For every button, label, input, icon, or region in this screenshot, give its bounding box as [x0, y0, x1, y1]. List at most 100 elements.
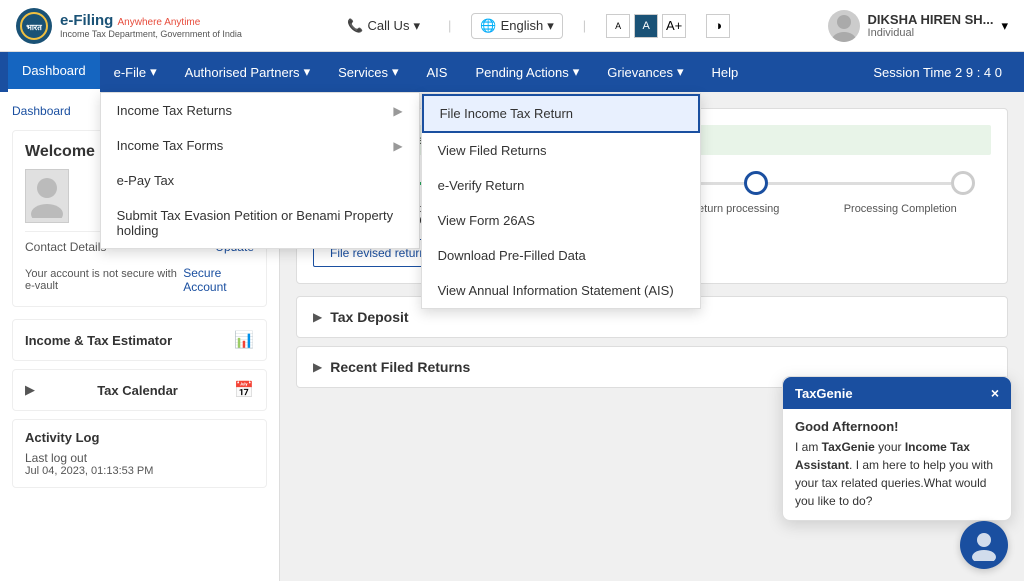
nav-efile-label: e-File: [114, 65, 147, 80]
chatbot-intro: I am: [795, 440, 822, 454]
call-us-button[interactable]: 📞 Call Us ▾: [339, 14, 428, 38]
nav-authorised-label: Authorised Partners: [185, 65, 300, 80]
lang-chevron: ▾: [547, 18, 554, 34]
submenu-download-prefilled[interactable]: Download Pre-Filled Data: [422, 238, 700, 273]
timeline-node-completion: [951, 171, 975, 195]
nav-pending-label: Pending Actions: [475, 65, 568, 80]
chatbot-greeting: Good Afternoon!: [795, 419, 999, 434]
dropdown-income-tax-forms[interactable]: Income Tax Forms ▶: [101, 128, 419, 163]
user-name: DIKSHA HIREN SH...: [868, 12, 994, 27]
separator-2: |: [583, 18, 586, 33]
income-tax-estimator-title: Income & Tax Estimator: [25, 333, 172, 348]
file-itr-label: File Income Tax Return: [440, 106, 573, 121]
nav-bar: Dashboard e-File ▾ Income Tax Returns ▶ …: [0, 52, 1024, 92]
calendar-icon: 📅: [234, 380, 254, 400]
chatbot-title: TaxGenie: [795, 386, 853, 401]
chatbot-assistant-text: your: [875, 440, 905, 454]
svg-text:भारत: भारत: [26, 23, 42, 32]
avatar: [828, 10, 860, 42]
recent-filed-chevron: ▶: [313, 360, 322, 374]
session-value: 2 9 : 4 0: [955, 65, 1002, 80]
logo-area: भारत e-Filing Anywhere Anytime Income Ta…: [16, 8, 242, 44]
submenu-view-filed[interactable]: View Filed Returns: [422, 133, 700, 168]
separator-1: |: [448, 18, 451, 33]
chatbot-brand: TaxGenie: [822, 440, 875, 454]
submenu-everify[interactable]: e-Verify Return: [422, 168, 700, 203]
nav-pending-actions[interactable]: Pending Actions ▾: [461, 52, 593, 92]
chatbot-avatar-button[interactable]: [960, 521, 1008, 569]
user-chevron[interactable]: ▾: [1001, 18, 1008, 34]
tax-calendar-title: Tax Calendar: [97, 383, 178, 398]
timeline-track-3: [768, 182, 951, 185]
nav-dashboard-label: Dashboard: [22, 63, 86, 78]
timeline-node-processing: [744, 171, 768, 195]
nav-ais-label: AIS: [426, 65, 447, 80]
contrast-button[interactable]: ◑: [706, 14, 730, 38]
pending-chevron: ▾: [573, 64, 580, 80]
income-tax-returns-label: Income Tax Returns: [117, 103, 232, 118]
nav-efile[interactable]: e-File ▾ Income Tax Returns ▶ File Incom…: [100, 52, 171, 92]
logo-emblem: भारत: [16, 8, 52, 44]
profile-avatar: [25, 169, 69, 223]
dropdown-epay-tax[interactable]: e-Pay Tax: [101, 163, 419, 198]
font-medium-button[interactable]: A: [634, 14, 658, 38]
user-info: DIKSHA HIREN SH... Individual: [868, 12, 994, 39]
chatbot-close-button[interactable]: ×: [991, 385, 999, 401]
nav-grievances[interactable]: Grievances ▾: [593, 52, 697, 92]
nav-grievances-label: Grievances: [607, 65, 673, 80]
tax-calendar-section[interactable]: ▶ Tax Calendar 📅: [12, 369, 267, 411]
submenu-view-ais[interactable]: View Annual Information Statement (AIS): [422, 273, 700, 308]
user-role: Individual: [868, 27, 994, 39]
auth-chevron: ▾: [304, 64, 311, 80]
dropdown-submit-evasion[interactable]: Submit Tax Evasion Petition or Benami Pr…: [101, 198, 419, 248]
language-label: English: [501, 18, 544, 33]
dropdown-income-tax-returns[interactable]: Income Tax Returns ▶ File Income Tax Ret…: [101, 93, 419, 128]
chatbot-header: TaxGenie ×: [783, 377, 1011, 409]
nav-help-label: Help: [712, 65, 739, 80]
everify-label: e-Verify Return: [438, 178, 525, 193]
efiling-tagline: Anywhere Anytime: [118, 17, 201, 28]
font-small-button[interactable]: A: [606, 14, 630, 38]
income-tax-returns-submenu: File Income Tax Return View Filed Return…: [421, 93, 701, 309]
last-log-out-value: Jul 04, 2023, 01:13:53 PM: [25, 465, 254, 477]
call-us-label: Call Us: [368, 18, 410, 33]
nav-authorised-partners[interactable]: Authorised Partners ▾: [171, 52, 324, 92]
tax-deposit-chevron: ▶: [313, 310, 322, 324]
income-tax-estimator-section[interactable]: Income & Tax Estimator 📊: [12, 319, 267, 361]
font-large-button[interactable]: A+: [662, 14, 686, 38]
timeline-label-completion: Processing Completion: [818, 203, 984, 227]
download-prefilled-label: Download Pre-Filled Data: [438, 248, 586, 263]
logo-subtitle: Income Tax Department, Government of Ind…: [60, 29, 242, 39]
view-ais-label: View Annual Information Statement (AIS): [438, 283, 674, 298]
efile-chevron: ▾: [150, 64, 157, 80]
last-log-out-label: Last log out: [25, 451, 87, 465]
nav-services-label: Services: [338, 65, 388, 80]
submenu-view-26as[interactable]: View Form 26AS: [422, 203, 700, 238]
view-26as-label: View Form 26AS: [438, 213, 535, 228]
contact-details-label: Contact Details: [25, 240, 106, 254]
user-area: DIKSHA HIREN SH... Individual ▾: [828, 10, 1008, 42]
contrast-icon: ◑: [714, 18, 722, 33]
estimator-icon: 📊: [234, 330, 254, 350]
globe-icon: 🌐: [480, 18, 496, 34]
top-bar: भारत e-Filing Anywhere Anytime Income Ta…: [0, 0, 1024, 52]
nav-dashboard[interactable]: Dashboard: [8, 52, 100, 92]
language-button[interactable]: 🌐 English ▾: [471, 13, 562, 39]
submenu-file-itr[interactable]: File Income Tax Return: [422, 94, 700, 133]
income-tax-forms-label: Income Tax Forms: [117, 138, 224, 153]
nav-services[interactable]: Services ▾: [324, 52, 412, 92]
recent-filed-title: Recent Filed Returns: [330, 359, 470, 375]
view-filed-label: View Filed Returns: [438, 143, 547, 158]
session-time: Session Time 2 9 : 4 0: [859, 65, 1016, 80]
forms-arrow: ▶: [393, 139, 402, 153]
session-label: Session Time: [873, 65, 951, 80]
logo-text-block: e-Filing Anywhere Anytime Income Tax Dep…: [60, 12, 242, 39]
chatbot-text: I am TaxGenie your Income Tax Assistant.…: [795, 438, 999, 510]
secure-account-link[interactable]: Secure Account: [183, 266, 254, 294]
completion-label: Processing Completion: [818, 203, 984, 215]
services-chevron: ▾: [392, 64, 399, 80]
account-not-secure-text: Your account is not secure with e-vault: [25, 268, 183, 292]
nav-ais[interactable]: AIS: [412, 52, 461, 92]
epay-tax-label: e-Pay Tax: [117, 173, 175, 188]
nav-help[interactable]: Help: [698, 52, 753, 92]
